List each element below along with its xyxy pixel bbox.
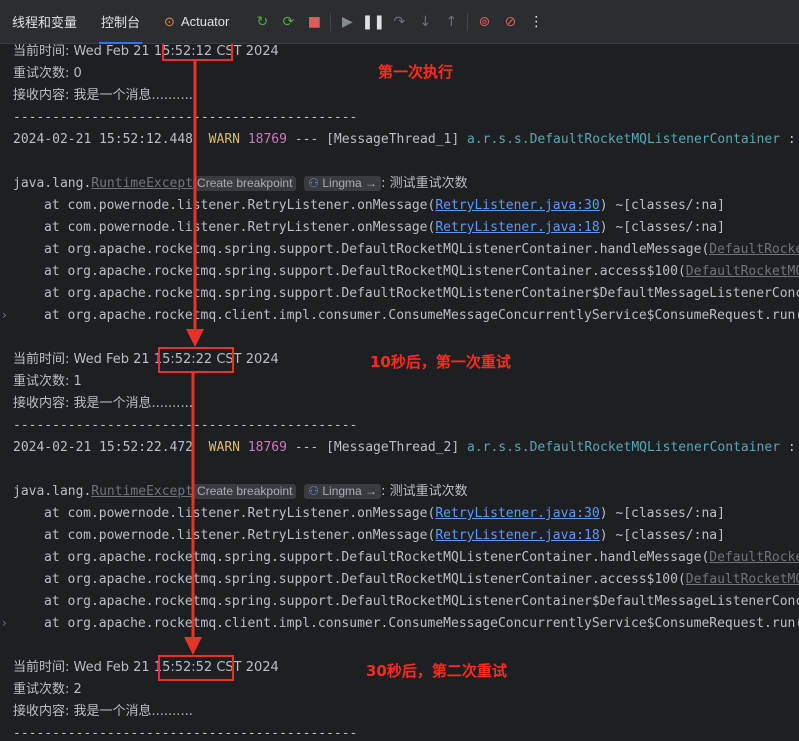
resume-icon[interactable]: ▶ <box>334 9 360 35</box>
mute-breakpoints-icon[interactable]: ⊘ <box>497 9 523 35</box>
restart-icon[interactable]: ⟳ <box>275 9 301 35</box>
toolbar-divider <box>330 12 332 31</box>
console-output[interactable]: 当前时间: Wed Feb 21 15:52:12 CST 2024 重试次数:… <box>0 44 799 741</box>
stop-icon[interactable]: ■ <box>301 9 327 35</box>
step-out-icon[interactable]: ↑ <box>438 9 464 35</box>
tab-console[interactable]: 控制台 <box>89 0 152 44</box>
step-into-icon[interactable]: ↓ <box>412 9 438 35</box>
pause-icon[interactable]: ❚❚ <box>360 9 386 35</box>
view-breakpoints-icon[interactable]: ⊚ <box>471 9 497 35</box>
console-toolbar: 线程和变量 控制台 ⊙ Actuator ↻ ⟳ ■ ▶ ❚❚ ↷ ↓ ↑ ⊚ … <box>0 0 799 44</box>
actuator-icon: ⊙ <box>164 13 175 29</box>
more-icon[interactable]: ⋮ <box>523 9 549 35</box>
annotation-first-retry: 10秒后，第一次重试 <box>370 353 511 371</box>
toolbar-divider <box>467 12 469 31</box>
annotation-arrows <box>184 61 204 655</box>
arrow-head <box>186 329 204 347</box>
arrow-head <box>184 637 202 655</box>
rerun-icon[interactable]: ↻ <box>249 9 275 35</box>
tab-threads-variables[interactable]: 线程和变量 <box>0 0 89 44</box>
step-over-icon[interactable]: ↷ <box>386 9 412 35</box>
tab-actuator-label: Actuator <box>180 14 230 29</box>
tab-actuator[interactable]: ⊙ Actuator <box>152 0 241 44</box>
annotation-second-retry: 30秒后，第二次重试 <box>366 662 507 680</box>
annotation-first-run: 第一次执行 <box>378 63 454 81</box>
